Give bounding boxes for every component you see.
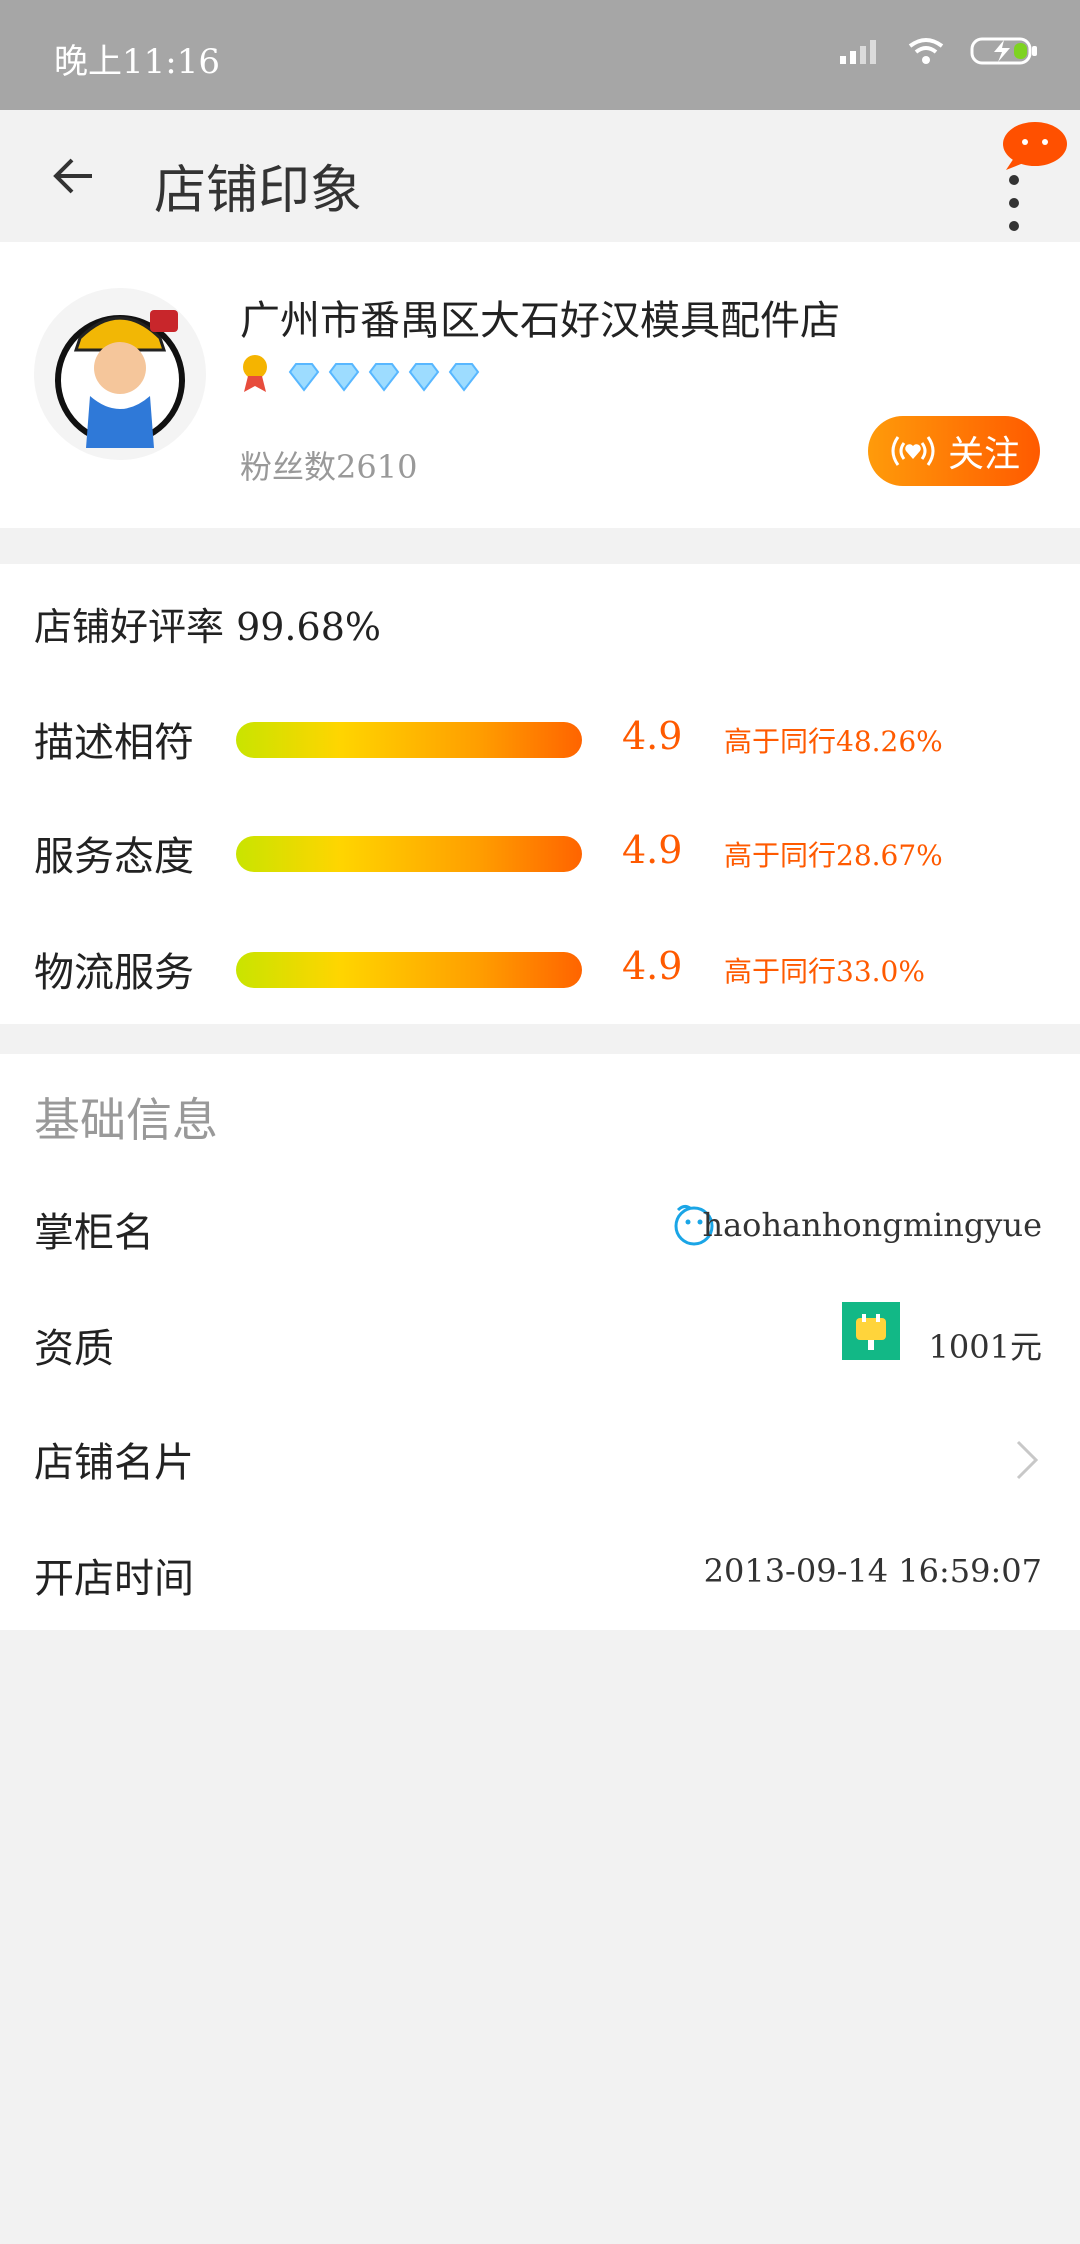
section-title: 基础信息 — [34, 1093, 218, 1147]
overall-rating: 店铺好评率 99.68% — [34, 605, 381, 649]
rating-row-service: 服务态度 4.9 高于同行28.67% — [0, 824, 1080, 884]
rating-label: 服务态度 — [34, 834, 194, 880]
broadcast-icon — [891, 436, 935, 466]
message-bubble-icon[interactable] — [1002, 120, 1068, 172]
diamond-rating — [286, 362, 482, 392]
rating-row-logistics: 物流服务 4.9 高于同行33.0% — [0, 940, 1080, 1000]
info-row-shopkeeper[interactable]: 掌柜名 haohanhongmingyue — [0, 1200, 1080, 1260]
store-avatar[interactable] — [34, 288, 206, 460]
rating-compare: 高于同行48.26% — [724, 725, 943, 758]
rating-label: 物流服务 — [34, 950, 194, 996]
follow-label: 关注 — [947, 434, 1020, 475]
basic-info-card: 基础信息 掌柜名 haohanhongmingyue 资质 1001元 店铺名片… — [0, 1054, 1080, 1630]
info-label: 店铺名片 — [34, 1440, 194, 1486]
info-label: 开店时间 — [34, 1556, 194, 1602]
battery-charging-icon — [970, 37, 1037, 65]
info-value: 2013-09-14 16:59:07 — [703, 1552, 1042, 1590]
rating-bar — [236, 722, 582, 758]
rating-card: 店铺好评率 99.68% 描述相符 4.9 高于同行48.26% 服务态度 4.… — [0, 564, 1080, 1024]
rating-row-description: 描述相符 4.9 高于同行48.26% — [0, 710, 1080, 770]
gold-medal-icon — [243, 355, 267, 392]
rating-label: 描述相符 — [34, 720, 194, 766]
diamond-icon — [328, 363, 360, 392]
info-label: 掌柜名 — [34, 1210, 154, 1256]
rating-score: 4.9 — [622, 828, 683, 872]
diamond-icon — [408, 363, 440, 392]
page-title: 店铺印象 — [154, 161, 363, 221]
follow-button[interactable]: 关注 — [868, 416, 1040, 486]
diamond-icon — [288, 363, 320, 392]
status-icons — [838, 36, 1040, 66]
info-row-open-time: 开店时间 2013-09-14 16:59:07 — [0, 1546, 1080, 1606]
status-time: 晚上11:16 — [54, 42, 220, 82]
info-label: 资质 — [34, 1326, 114, 1372]
deposit-badge-icon — [842, 1302, 900, 1360]
fans-count: 粉丝数2610 — [240, 448, 418, 486]
worker-avatar-icon — [55, 310, 185, 448]
store-name: 广州市番禺区大石好汉模具配件店 — [240, 298, 840, 344]
diamond-icon — [368, 363, 400, 392]
back-arrow-icon[interactable] — [52, 152, 100, 200]
rating-compare: 高于同行33.0% — [724, 955, 925, 988]
status-bar: 晚上11:16 — [0, 0, 1080, 110]
chevron-right-icon — [1016, 1440, 1038, 1480]
rating-score: 4.9 — [622, 714, 683, 758]
wifi-icon — [908, 38, 944, 64]
more-vertical-icon[interactable] — [1008, 168, 1020, 238]
rating-bar — [236, 952, 582, 988]
app-bar: 店铺印象 — [0, 110, 1080, 242]
diamond-icon — [448, 363, 480, 392]
info-value: 1001元 — [928, 1328, 1042, 1366]
rating-bar — [236, 836, 582, 872]
signal-icon — [840, 40, 876, 64]
rating-score: 4.9 — [622, 944, 683, 988]
info-row-qualification[interactable]: 资质 1001元 — [0, 1302, 1080, 1376]
info-value: haohanhongmingyue — [702, 1206, 1042, 1244]
store-card: 广州市番禺区大石好汉模具配件店 粉丝数2610 关注 — [0, 242, 1080, 528]
rating-compare: 高于同行28.67% — [724, 839, 943, 872]
info-row-store-card[interactable]: 店铺名片 — [0, 1430, 1080, 1490]
